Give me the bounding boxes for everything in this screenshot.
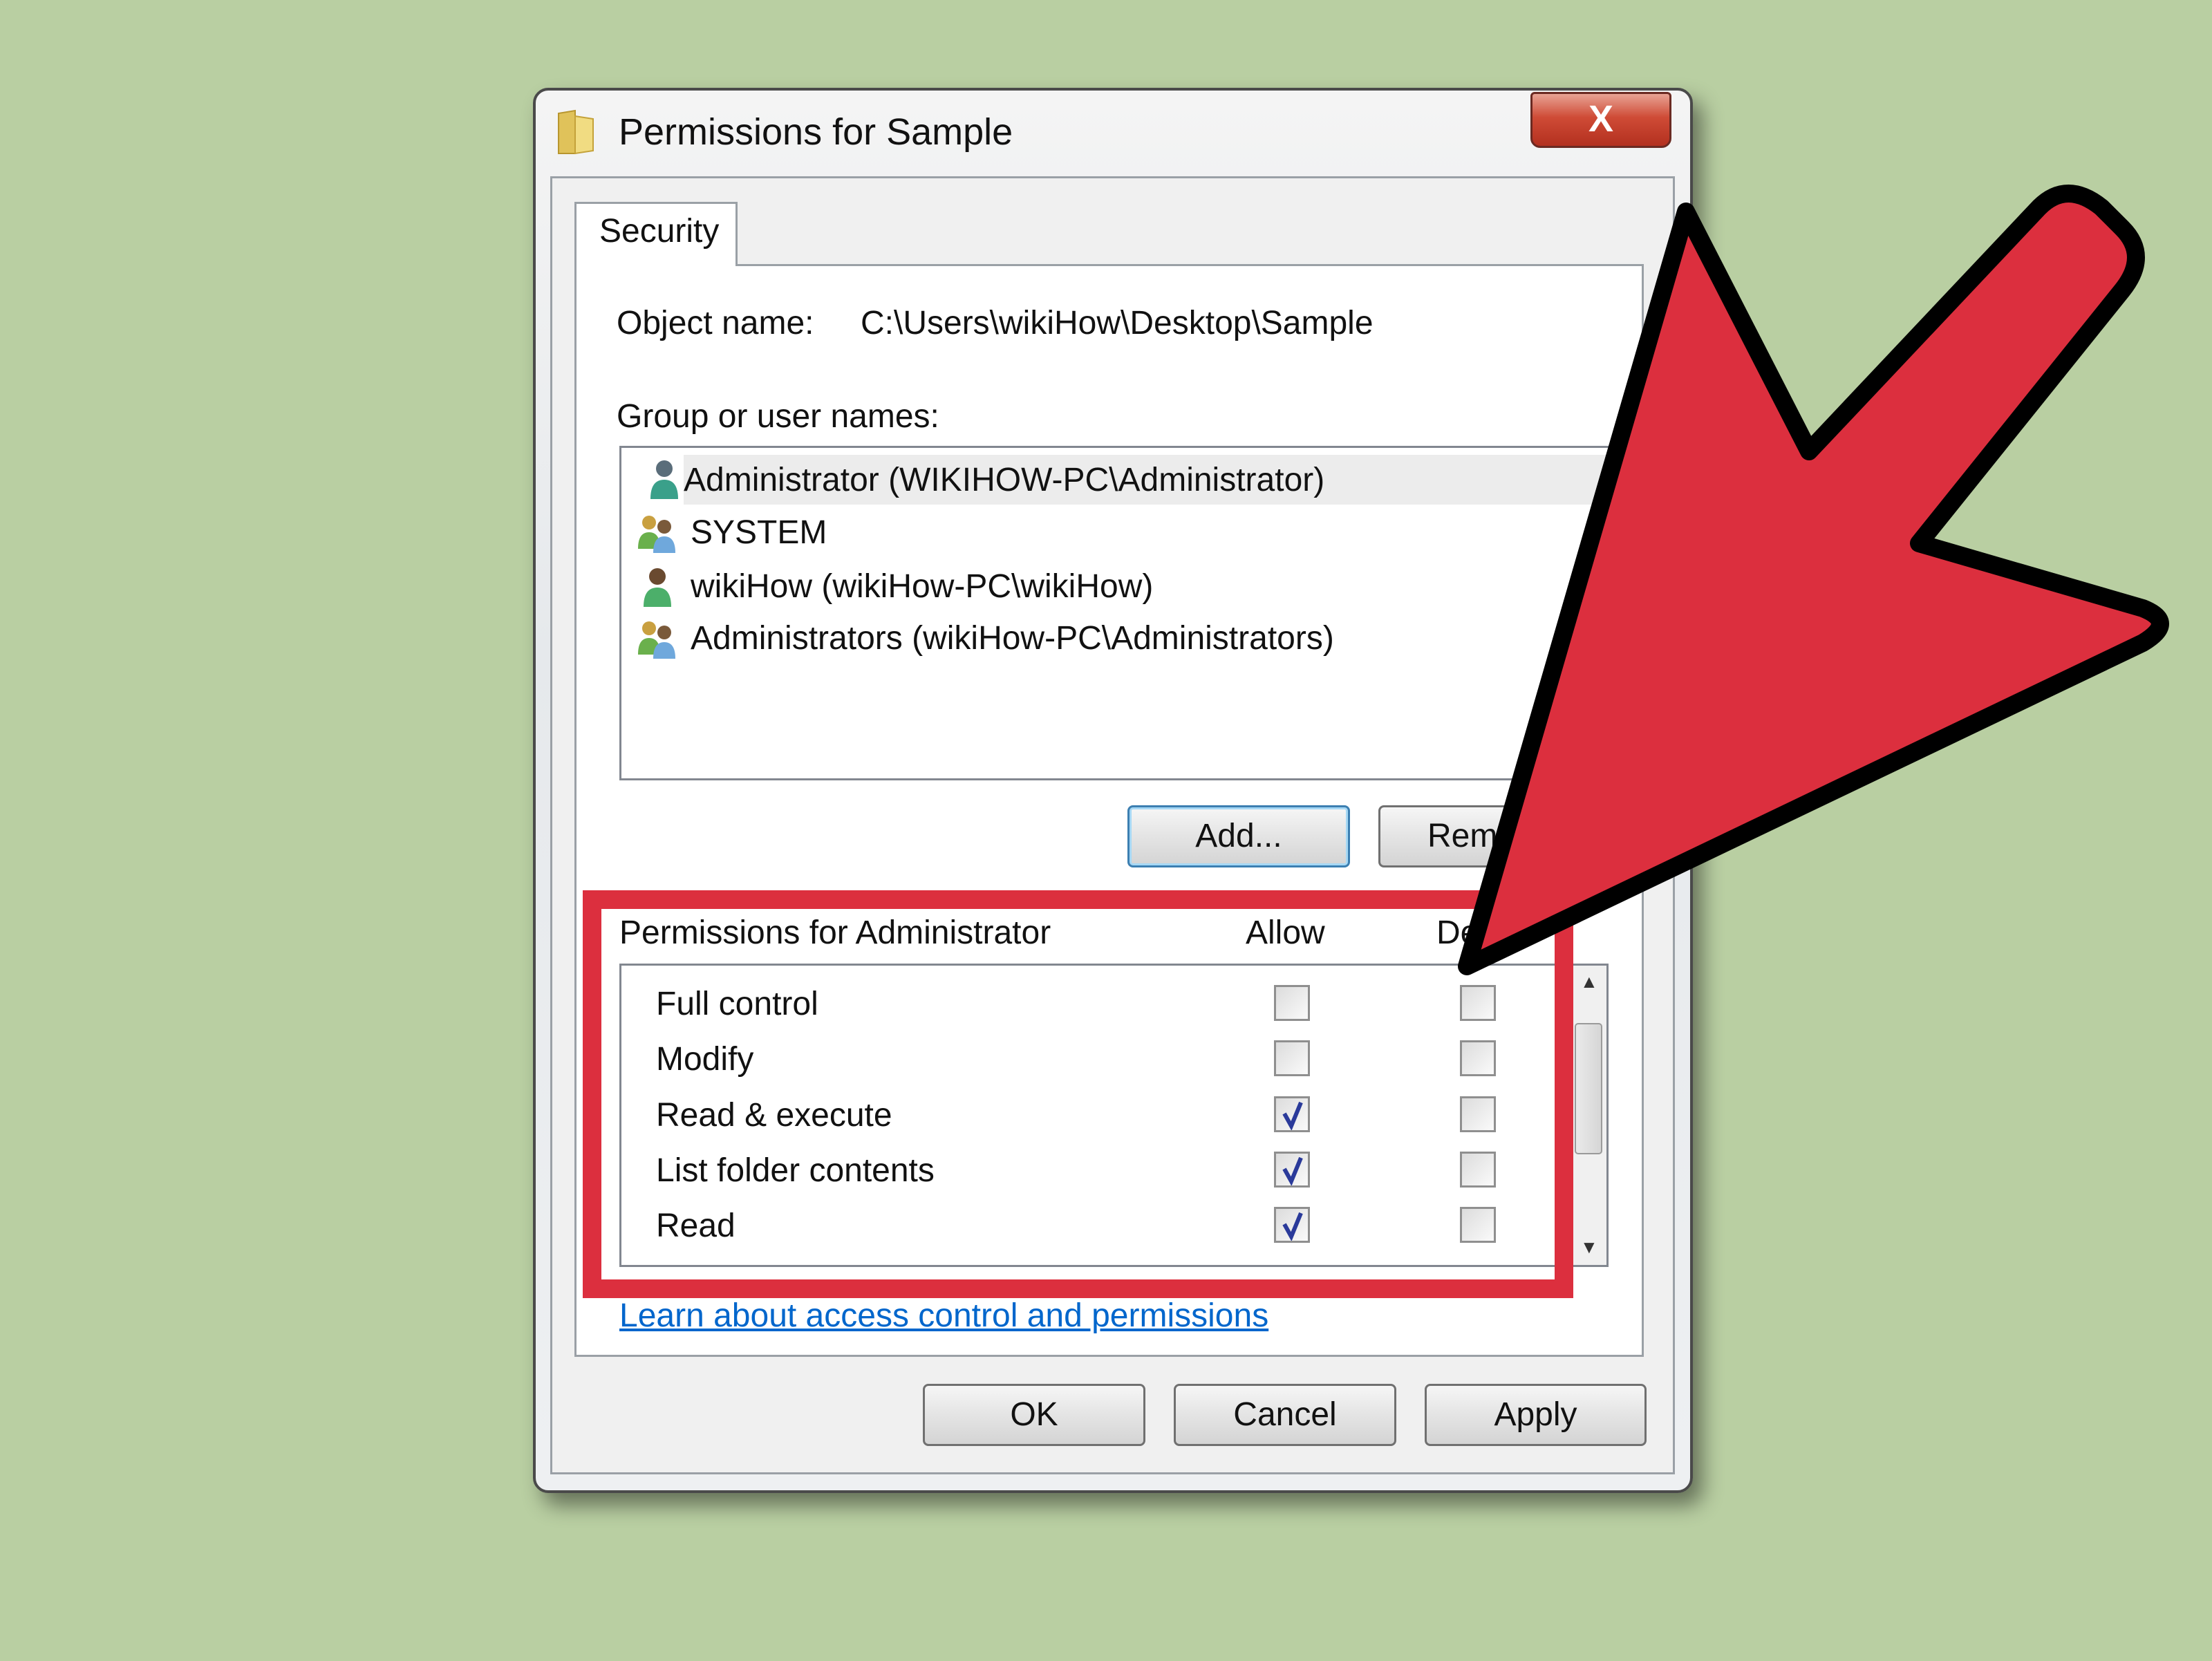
tab-security[interactable]: Security [574,202,738,266]
red-arrow-icon [1458,185,2169,975]
